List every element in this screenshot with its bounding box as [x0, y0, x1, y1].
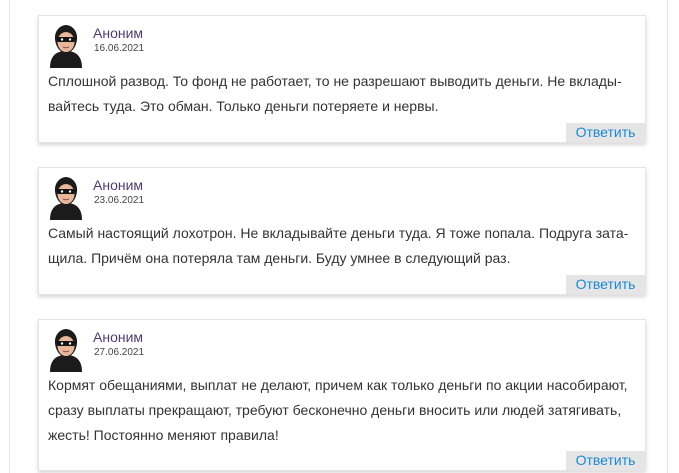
comment-author: Аноним — [93, 177, 144, 193]
comment-author: Аноним — [93, 25, 144, 41]
comments-section: Аноним 16.06.2021 Сплошной развод. То фо… — [0, 0, 679, 473]
container-border-right — [667, 0, 668, 473]
comment-card: Аноним 16.06.2021 Сплошной развод. То фо… — [38, 15, 646, 143]
reply-button[interactable]: Ответить — [566, 275, 645, 294]
comment-text: Самый настоящий лохотрон. Не вкладывайте… — [48, 225, 629, 266]
comment-card: Аноним 23.06.2021 Самый настоящий лохотр… — [38, 167, 646, 295]
comment-card: Аноним 27.06.2021 Кормят обещаниями, вып… — [38, 319, 646, 471]
comment-author: Аноним — [93, 329, 144, 345]
container-border-left — [9, 0, 10, 473]
comment-date: 16.06.2021 — [94, 43, 145, 54]
anonymous-user-icon — [50, 329, 82, 372]
comment-date: 23.06.2021 — [94, 195, 145, 206]
reply-button[interactable]: Ответить — [566, 451, 645, 470]
comment-text: Кормят обещаниями, выплат не делают, при… — [48, 377, 628, 443]
comment-text: Сплошной развод. То фонд не работает, то… — [48, 73, 622, 114]
anonymous-user-icon — [50, 25, 82, 68]
reply-button[interactable]: Ответить — [566, 123, 645, 142]
anonymous-user-icon — [50, 177, 82, 220]
comment-date: 27.06.2021 — [94, 347, 145, 358]
